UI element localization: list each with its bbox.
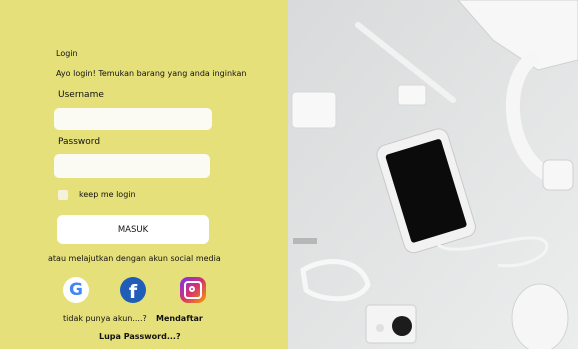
username-label: Username [58, 90, 104, 100]
no-account-text: tidak punya akun....? [63, 314, 147, 323]
username-input[interactable] [54, 108, 212, 130]
login-page: Login Ayo login! Temukan barang yang and… [0, 0, 578, 349]
password-input[interactable] [54, 154, 210, 178]
forgot-password-link[interactable]: Lupa Password...? [99, 332, 181, 341]
register-link[interactable]: Mendaftar [156, 314, 203, 323]
password-label: Password [58, 137, 101, 147]
instagram-button[interactable] [180, 277, 206, 303]
remember-checkbox[interactable] [58, 190, 68, 200]
login-subheading: Ayo login! Temukan barang yang anda ingi… [56, 69, 247, 78]
google-icon: G [69, 280, 83, 300]
facebook-button[interactable]: f [120, 277, 146, 303]
social-caption: atau melajutkan dengan akun social media [48, 254, 221, 263]
desk-gadgets-image [288, 0, 578, 349]
facebook-icon: f [128, 280, 138, 303]
instagram-icon [184, 281, 202, 299]
login-panel: Login Ayo login! Temukan barang yang and… [0, 0, 288, 349]
login-heading: Login [56, 49, 78, 58]
masuk-button[interactable]: MASUK [57, 215, 209, 244]
remember-label: keep me login [79, 190, 136, 199]
hero-image [288, 0, 578, 349]
google-button[interactable]: G [63, 277, 89, 303]
